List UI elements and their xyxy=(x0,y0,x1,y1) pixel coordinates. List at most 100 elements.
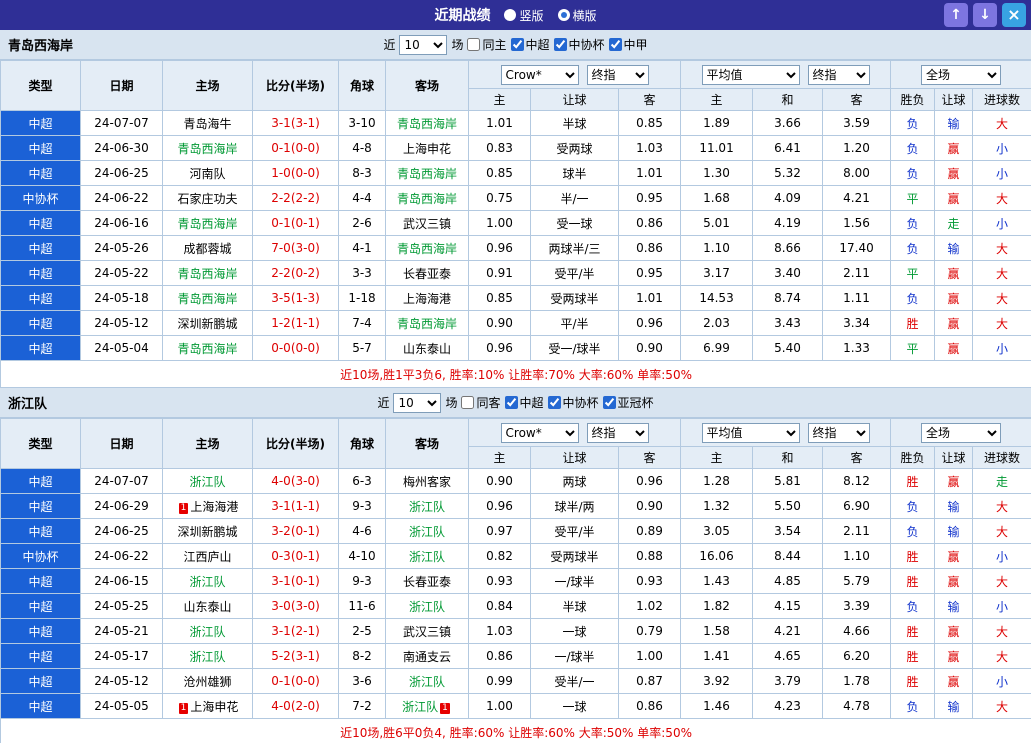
away-team-cell[interactable]: 武汉三镇 xyxy=(385,210,469,236)
team-name[interactable]: 青岛西海岸 xyxy=(397,167,457,181)
team-name[interactable]: 青岛西海岸 xyxy=(177,142,237,156)
team-name[interactable]: 浙江队 xyxy=(189,625,225,639)
same-venue-checkbox[interactable] xyxy=(461,396,475,409)
away-team-cell[interactable]: 青岛西海岸 xyxy=(385,160,469,186)
league-checkbox[interactable] xyxy=(608,38,622,51)
team-name[interactable]: 浙江队 xyxy=(409,675,445,689)
away-team-cell[interactable]: 青岛西海岸 xyxy=(385,185,469,211)
vertical-layout-radio[interactable] xyxy=(504,9,517,21)
home-team-cell[interactable]: 青岛西海岸 xyxy=(162,260,253,286)
home-team-cell[interactable]: 青岛西海岸 xyxy=(162,335,253,361)
scope-select[interactable]: 全场 xyxy=(921,64,1002,85)
team-name[interactable]: 山东泰山 xyxy=(403,342,451,356)
team-name[interactable]: 浙江队 xyxy=(409,500,445,514)
team-name[interactable]: 青岛西海岸 xyxy=(177,342,237,356)
team-name[interactable]: 青岛西海岸 xyxy=(397,317,457,331)
scope-select[interactable]: 全场 xyxy=(921,422,1002,443)
team-name[interactable]: 长春亚泰 xyxy=(403,267,451,281)
team-name[interactable]: 青岛西海岸 xyxy=(397,117,457,131)
league-checkbox[interactable] xyxy=(553,38,567,51)
team-name[interactable]: 青岛西海岸 xyxy=(397,192,457,206)
home-team-cell[interactable]: 山东泰山 xyxy=(162,593,253,619)
away-team-cell[interactable]: 上海海港 xyxy=(385,285,469,311)
home-team-cell[interactable]: 1 上海申花 xyxy=(162,693,253,719)
average-select[interactable]: 平均值 xyxy=(701,422,800,443)
same-venue-checkbox[interactable] xyxy=(467,38,481,51)
league-checkbox[interactable] xyxy=(602,396,616,409)
team-name[interactable]: 深圳新鹏城 xyxy=(177,317,237,331)
home-team-cell[interactable]: 深圳新鹏城 xyxy=(162,518,253,544)
bookmaker-mode-select[interactable]: 终指 xyxy=(586,422,649,443)
team-name[interactable]: 浙江队 xyxy=(189,575,225,589)
home-team-cell[interactable]: 石家庄功夫 xyxy=(162,185,253,211)
team-name[interactable]: 上海海港 xyxy=(403,292,451,306)
away-team-cell[interactable]: 青岛西海岸 xyxy=(385,110,469,136)
team-name[interactable]: 深圳新鹏城 xyxy=(177,525,237,539)
home-team-cell[interactable]: 浙江队 xyxy=(162,618,253,644)
home-team-cell[interactable]: 1 上海海港 xyxy=(162,493,253,519)
score-cell[interactable]: 1-0(0-0) xyxy=(252,160,339,186)
league-checkbox[interactable] xyxy=(504,396,518,409)
away-team-cell[interactable]: 武汉三镇 xyxy=(385,618,469,644)
team-name[interactable]: 浙江队 xyxy=(189,475,225,489)
away-team-cell[interactable]: 浙江队 1 xyxy=(385,693,469,719)
home-team-cell[interactable]: 浙江队 xyxy=(162,568,253,594)
league-checkbox[interactable] xyxy=(510,38,524,51)
average-mode-select[interactable]: 终指 xyxy=(807,64,870,85)
score-cell[interactable]: 3-5(1-3) xyxy=(252,285,339,311)
team-name[interactable]: 浙江队 xyxy=(409,550,445,564)
away-team-cell[interactable]: 南通支云 xyxy=(385,643,469,669)
team-name[interactable]: 武汉三镇 xyxy=(403,217,451,231)
score-cell[interactable]: 0-0(0-0) xyxy=(252,335,339,361)
team-name[interactable]: 青岛西海岸 xyxy=(177,267,237,281)
away-team-cell[interactable]: 山东泰山 xyxy=(385,335,469,361)
home-team-cell[interactable]: 河南队 xyxy=(162,160,253,186)
team-name[interactable]: 石家庄功夫 xyxy=(177,192,237,206)
same-venue-filter[interactable]: 同主 xyxy=(467,36,507,53)
home-team-cell[interactable]: 浙江队 xyxy=(162,643,253,669)
away-team-cell[interactable]: 浙江队 xyxy=(385,493,469,519)
away-team-cell[interactable]: 长春亚泰 xyxy=(385,260,469,286)
team-name[interactable]: 成都蓉城 xyxy=(183,242,231,256)
score-cell[interactable]: 0-1(0-0) xyxy=(252,668,339,694)
home-team-cell[interactable]: 青岛西海岸 xyxy=(162,135,253,161)
average-mode-select[interactable]: 终指 xyxy=(807,422,870,443)
score-cell[interactable]: 2-2(2-2) xyxy=(252,185,339,211)
league-filter-csl[interactable]: 中超 xyxy=(510,36,550,53)
team-name[interactable]: 江西庐山 xyxy=(183,550,231,564)
score-cell[interactable]: 3-1(1-1) xyxy=(252,493,339,519)
home-team-cell[interactable]: 沧州雄狮 xyxy=(162,668,253,694)
away-team-cell[interactable]: 浙江队 xyxy=(385,518,469,544)
home-team-cell[interactable]: 江西庐山 xyxy=(162,543,253,569)
score-cell[interactable]: 5-2(3-1) xyxy=(252,643,339,669)
league-filter-acl[interactable]: 亚冠杯 xyxy=(602,394,654,411)
team-name[interactable]: 青岛西海岸 xyxy=(177,217,237,231)
score-cell[interactable]: 2-2(0-2) xyxy=(252,260,339,286)
score-cell[interactable]: 3-2(0-1) xyxy=(252,518,339,544)
match-count-select[interactable]: 10 xyxy=(399,34,448,55)
team-name[interactable]: 青岛西海岸 xyxy=(397,242,457,256)
home-team-cell[interactable]: 青岛西海岸 xyxy=(162,285,253,311)
score-cell[interactable]: 4-0(2-0) xyxy=(252,693,339,719)
score-cell[interactable]: 3-1(3-1) xyxy=(252,110,339,136)
score-cell[interactable]: 3-0(3-0) xyxy=(252,593,339,619)
away-team-cell[interactable]: 浙江队 xyxy=(385,668,469,694)
match-count-select[interactable]: 10 xyxy=(393,392,442,413)
team-name[interactable]: 南通支云 xyxy=(403,650,451,664)
team-name[interactable]: 青岛海牛 xyxy=(183,117,231,131)
team-name[interactable]: 浙江队 xyxy=(409,525,445,539)
scroll-up-button[interactable]: ↑ xyxy=(944,3,968,27)
away-team-cell[interactable]: 梅州客家 xyxy=(385,468,469,494)
team-name[interactable]: 山东泰山 xyxy=(183,600,231,614)
scroll-down-button[interactable]: ↓ xyxy=(973,3,997,27)
bookmaker-select[interactable]: Crow* xyxy=(500,422,579,443)
home-team-cell[interactable]: 青岛西海岸 xyxy=(162,210,253,236)
close-button[interactable]: × xyxy=(1002,3,1026,27)
score-cell[interactable]: 7-0(3-0) xyxy=(252,235,339,261)
same-venue-filter[interactable]: 同客 xyxy=(461,394,501,411)
score-cell[interactable]: 3-1(2-1) xyxy=(252,618,339,644)
layout-option-horizontal[interactable]: 横版 xyxy=(557,7,597,24)
team-name[interactable]: 上海海港 xyxy=(190,500,238,514)
horizontal-layout-radio[interactable] xyxy=(557,9,570,21)
layout-option-vertical[interactable]: 竖版 xyxy=(504,7,544,24)
